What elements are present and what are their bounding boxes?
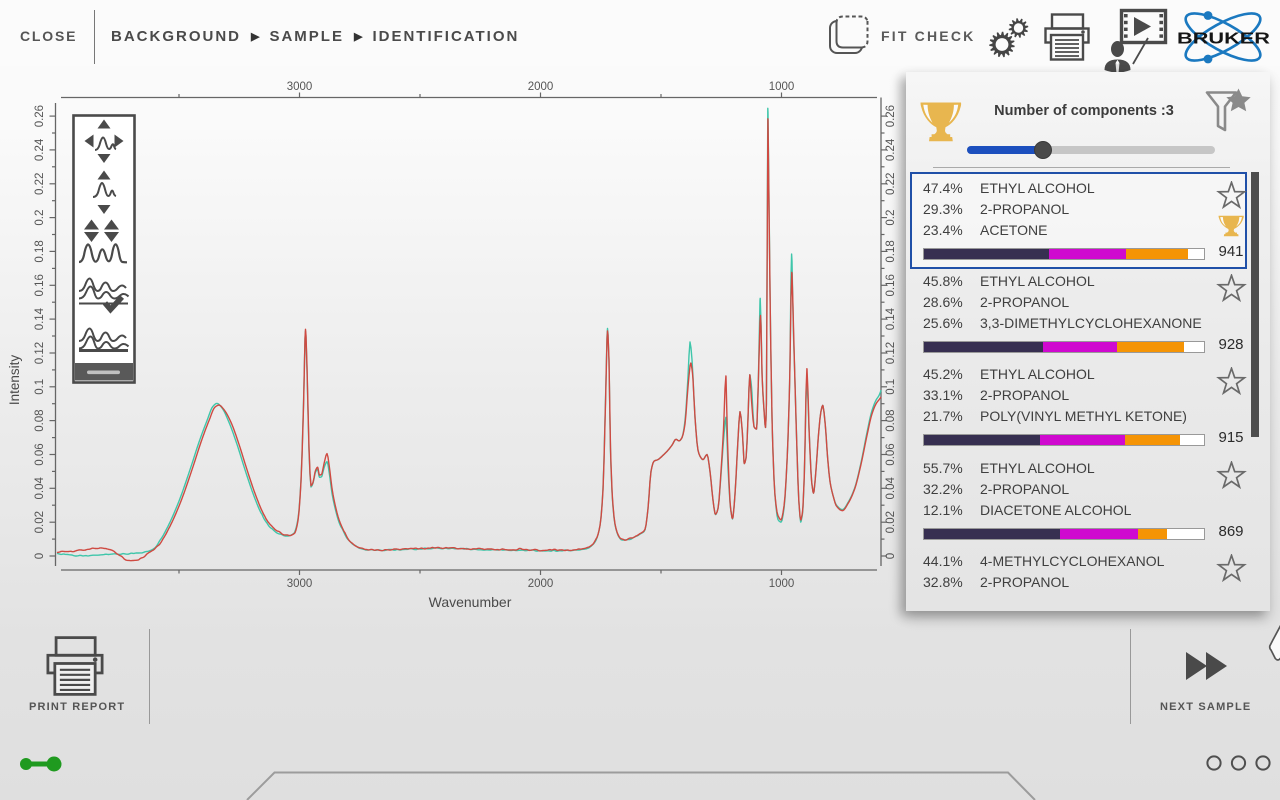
svg-text:0.1: 0.1 (885, 379, 897, 395)
svg-text:0.14: 0.14 (34, 307, 46, 330)
svg-text:Wavenumber: Wavenumber (429, 594, 512, 610)
svg-text:0.18: 0.18 (885, 240, 897, 262)
svg-text:0: 0 (885, 553, 897, 559)
svg-text:0.08: 0.08 (34, 409, 46, 431)
svg-text:0.2: 0.2 (885, 210, 897, 226)
svg-text:0.02: 0.02 (885, 511, 897, 533)
svg-text:0.08: 0.08 (885, 409, 897, 431)
svg-text:0.12: 0.12 (34, 342, 46, 364)
svg-text:3000: 3000 (287, 578, 313, 590)
svg-text:1000: 1000 (769, 578, 795, 590)
svg-text:0.04: 0.04 (34, 477, 46, 500)
svg-text:0.16: 0.16 (885, 274, 897, 296)
svg-text:1000: 1000 (769, 81, 795, 93)
svg-text:Intensity: Intensity (7, 355, 22, 406)
svg-text:0.22: 0.22 (34, 173, 46, 195)
svg-text:0.06: 0.06 (34, 443, 46, 465)
svg-text:0.14: 0.14 (885, 307, 897, 330)
svg-text:0.04: 0.04 (885, 477, 897, 500)
svg-text:BRUKER: BRUKER (1178, 30, 1270, 47)
svg-text:3000: 3000 (287, 81, 313, 93)
svg-text:0.16: 0.16 (34, 274, 46, 296)
svg-text:0.26: 0.26 (34, 105, 46, 127)
svg-text:2000: 2000 (528, 81, 554, 93)
svg-text:0.18: 0.18 (34, 240, 46, 262)
svg-text:0: 0 (34, 553, 46, 559)
svg-text:0.02: 0.02 (34, 511, 46, 533)
svg-text:0.12: 0.12 (885, 342, 897, 364)
svg-text:0.1: 0.1 (34, 379, 46, 395)
svg-text:0.06: 0.06 (885, 443, 897, 465)
svg-text:0.26: 0.26 (885, 105, 897, 127)
svg-text:0.22: 0.22 (885, 173, 897, 195)
svg-text:0.24: 0.24 (885, 138, 897, 161)
svg-text:0.24: 0.24 (34, 138, 46, 161)
svg-text:2000: 2000 (528, 578, 554, 590)
svg-text:0.2: 0.2 (34, 210, 46, 226)
